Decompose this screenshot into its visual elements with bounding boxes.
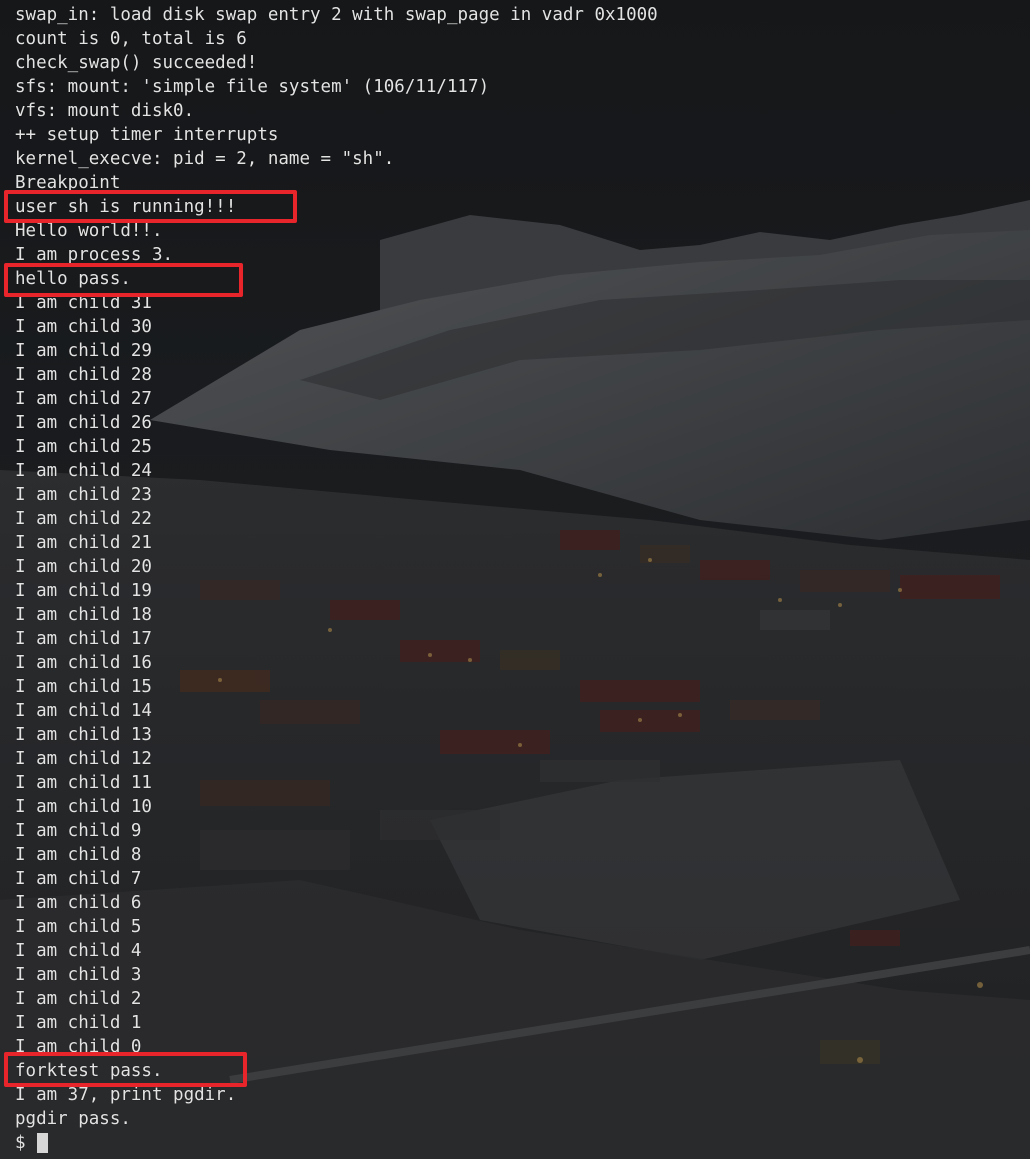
terminal-line: vfs: mount disk0. [15,101,195,121]
terminal-line: I am child 21 [15,533,152,553]
terminal-line: I am child 15 [15,677,152,697]
terminal-line: swap_in: load disk swap entry 2 with swa… [15,5,658,25]
terminal-line: I am child 28 [15,365,152,385]
terminal-line: I am child 24 [15,461,152,481]
text-cursor [36,1133,48,1153]
terminal-output: swap_in: load disk swap entry 2 with swa… [15,3,658,1155]
terminal-line: count is 0, total is 6 [15,29,247,49]
terminal-line: I am child 26 [15,413,152,433]
terminal-line: I am child 12 [15,749,152,769]
terminal-line: I am child 30 [15,317,152,337]
terminal-line: I am child 18 [15,605,152,625]
terminal-line: I am child 9 [15,821,142,841]
shell-prompt-line[interactable]: $ [15,1131,658,1155]
highlight-box-hello-pass [4,263,243,297]
terminal-line: I am child 7 [15,869,142,889]
terminal-line: I am child 19 [15,581,152,601]
terminal-window[interactable]: swap_in: load disk swap entry 2 with swa… [0,0,1030,1159]
terminal-line: I am child 10 [15,797,152,817]
terminal-line: I am child 3 [15,965,142,985]
terminal-line: I am child 23 [15,485,152,505]
terminal-line: ++ setup timer interrupts [15,125,279,145]
terminal-line: I am child 1 [15,1013,142,1033]
terminal-line: check_swap() succeeded! [15,53,258,73]
terminal-line: I am child 11 [15,773,152,793]
terminal-line: I am child 14 [15,701,152,721]
terminal-line: I am child 5 [15,917,142,937]
terminal-line: I am child 29 [15,341,152,361]
terminal-line: I am child 13 [15,725,152,745]
terminal-line: I am child 6 [15,893,142,913]
terminal-line: I am child 8 [15,845,142,865]
terminal-line: I am child 2 [15,989,142,1009]
terminal-line: I am child 17 [15,629,152,649]
terminal-line: kernel_execve: pid = 2, name = "sh". [15,149,395,169]
terminal-line: I am child 22 [15,509,152,529]
highlight-box-forktest-pass [4,1052,247,1087]
terminal-line: pgdir pass. [15,1109,131,1129]
highlight-box-user-sh-running [4,190,297,223]
terminal-line: I am child 4 [15,941,142,961]
terminal-line: I am child 20 [15,557,152,577]
terminal-line: I am child 25 [15,437,152,457]
terminal-line: I am child 16 [15,653,152,673]
terminal-line: sfs: mount: 'simple file system' (106/11… [15,77,490,97]
terminal-line: I am child 27 [15,389,152,409]
shell-prompt: $ [15,1133,26,1153]
